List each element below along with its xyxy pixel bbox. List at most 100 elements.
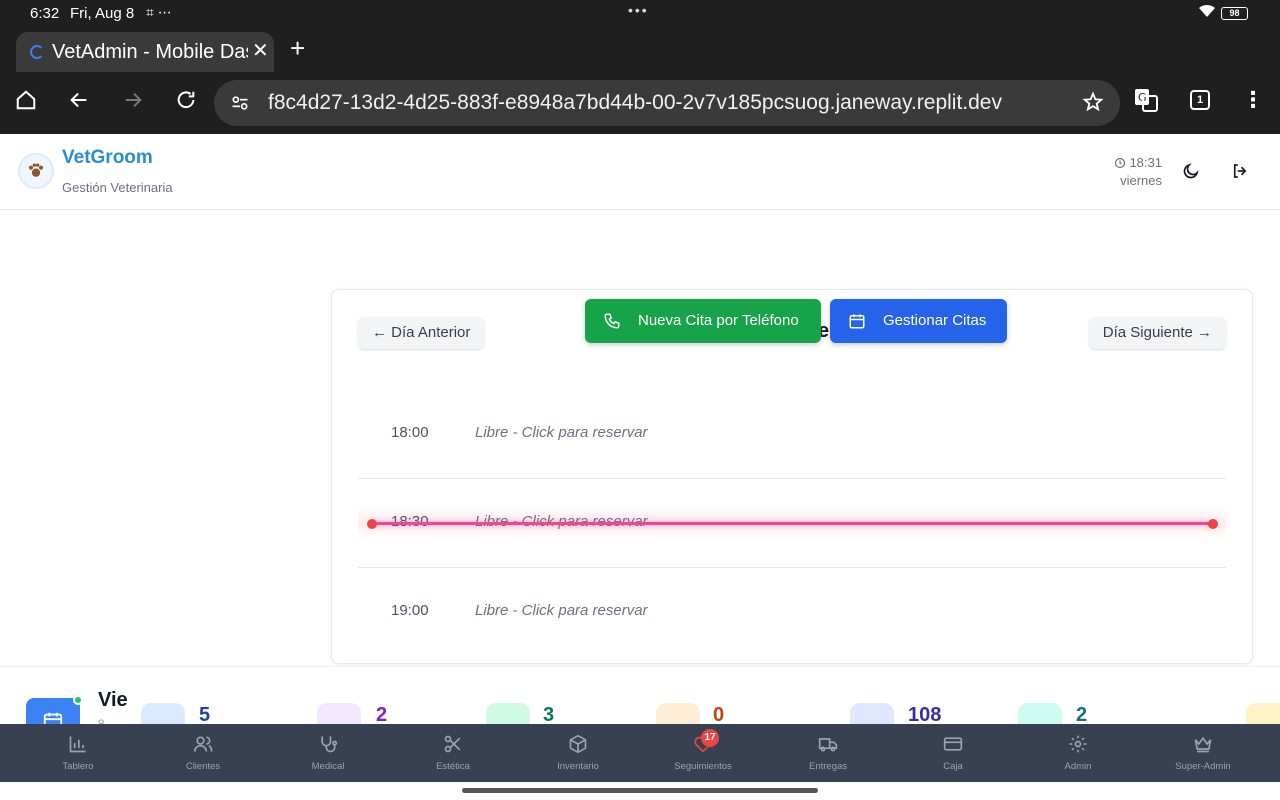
stat-value[interactable]: 0 (713, 704, 724, 724)
brand-subtitle: Gestión Veterinaria (62, 180, 173, 195)
crown-icon (1194, 736, 1212, 753)
bookmark-star-icon[interactable] (1082, 91, 1104, 118)
clock-time: 18:31 (1129, 155, 1162, 170)
address-bar[interactable]: f8c4d27-13d2-4d25-883f-e8948a7bd44b-00-2… (214, 80, 1120, 126)
nav-label: Super-Admin (1175, 761, 1231, 772)
scissors-icon (444, 735, 461, 753)
notification-icons: ⌗ ⋯ (146, 4, 172, 20)
system-status-bar: 6:32 Fri, Aug 8 ⌗ ⋯ ••• 98 (0, 0, 1280, 28)
deliveries-stat-icon (1246, 703, 1280, 724)
nav-label: Seguimientos (674, 761, 732, 772)
nav-label: Caja (943, 761, 963, 772)
forward-icon[interactable] (117, 84, 149, 116)
stat-value[interactable]: 2 (376, 704, 387, 724)
nav-item-entregas[interactable]: Entregas (768, 724, 888, 782)
calendar-icon (849, 314, 865, 329)
tab-switcher-icon[interactable]: 1 (1184, 84, 1216, 116)
paw-logo-icon (18, 153, 54, 189)
medical-stat-icon (486, 703, 530, 724)
online-indicator (73, 695, 83, 705)
credit-card-icon (943, 737, 963, 751)
gear-icon (1069, 735, 1087, 753)
nav-item-medical[interactable]: Medical (268, 724, 388, 782)
site-settings-icon[interactable] (230, 93, 250, 118)
nav-label: Medical (311, 761, 345, 772)
nav-item-estetica[interactable]: Estética (393, 724, 513, 782)
slot-time: 18:00 (391, 424, 429, 441)
browser-tab[interactable]: VetAdmin - Mobile Dashboard ✕ (16, 32, 274, 72)
users-icon (193, 736, 213, 752)
phone-icon (604, 313, 620, 329)
wifi-icon (1198, 4, 1216, 21)
new-phone-appointment-label: Nueva Cita por Teléfono (638, 312, 799, 329)
reload-icon[interactable] (170, 84, 202, 116)
nav-item-super-admin[interactable]: Super-Admin (1143, 724, 1263, 782)
nav-item-caja[interactable]: Caja (893, 724, 1013, 782)
time-slot[interactable]: 18:00 Libre - Click para reservar (358, 389, 1226, 478)
slot-status: Libre - Click para reservar (475, 424, 648, 441)
today-sub: 8 (98, 717, 105, 724)
new-tab-icon[interactable]: + (290, 33, 305, 64)
manage-appointments-label: Gestionar Citas (883, 312, 987, 329)
cash-stat-icon (1018, 703, 1062, 724)
package-icon (569, 734, 587, 754)
current-time-dot-start (367, 519, 377, 529)
slot-status: Libre - Click para reservar (475, 602, 648, 619)
close-tab-icon[interactable]: ✕ (252, 38, 269, 63)
url-text: f8c4d27-13d2-4d25-883f-e8948a7bd44b-00-2… (268, 91, 1002, 114)
bottom-navigation: Tablero Clientes Medical Estética Invent… (0, 724, 1280, 782)
stats-strip: Vie 8 5 2 3 0 108 2 (0, 666, 1280, 724)
appointments-stat-icon (141, 703, 185, 724)
browser-toolbar: f8c4d27-13d2-4d25-883f-e8948a7bd44b-00-2… (0, 72, 1280, 134)
home-gesture-bar[interactable] (462, 788, 818, 793)
stethoscope-icon (321, 736, 338, 753)
nav-item-inventario[interactable]: Inventario (518, 724, 638, 782)
nav-item-clientes[interactable]: Clientes (143, 724, 263, 782)
clients-stat-icon (850, 703, 894, 724)
stat-value[interactable]: 2 (1076, 704, 1087, 724)
manage-appointments-button[interactable]: Gestionar Citas (830, 299, 1007, 343)
tab-title: VetAdmin - Mobile Dashboard (52, 41, 248, 63)
inventory-stat-icon (656, 703, 700, 724)
browser-tab-strip: VetAdmin - Mobile Dashboard ✕ + (0, 28, 1280, 72)
nav-label: Inventario (557, 761, 599, 772)
status-time: 6:32 (30, 5, 60, 22)
home-icon[interactable] (10, 84, 42, 116)
moon-icon (1183, 163, 1199, 179)
battery-icon: 98 (1221, 7, 1248, 20)
more-menu-icon[interactable]: ⋮ (1237, 84, 1269, 116)
current-time-dot-end (1208, 519, 1218, 529)
bar-chart-icon (69, 736, 86, 753)
notification-badge: 17 (701, 729, 719, 747)
next-day-button[interactable]: Día Siguiente → (1088, 317, 1226, 349)
grooming-stat-icon (317, 703, 361, 724)
multitask-dots-icon[interactable]: ••• (628, 2, 649, 18)
nav-item-tablero[interactable]: Tablero (18, 724, 138, 782)
nav-label: Clientes (185, 761, 221, 772)
brand-name[interactable]: VetGroom (62, 147, 153, 169)
day-schedule-card: ← Día Anterior e Día Siguiente → 18:00 L… (331, 289, 1253, 664)
time-slot[interactable]: 19:00 Libre - Click para reservar (358, 567, 1226, 656)
previous-day-button[interactable]: ← Día Anterior (358, 317, 485, 349)
nav-item-admin[interactable]: Admin (1018, 724, 1138, 782)
clock-day: viernes (1120, 173, 1162, 188)
new-phone-appointment-button[interactable]: Nueva Cita por Teléfono (585, 299, 821, 343)
stat-value[interactable]: 3 (543, 704, 554, 724)
stat-value[interactable]: 108 (908, 704, 941, 724)
loading-spinner-icon (30, 45, 44, 59)
current-time-line (372, 522, 1214, 525)
translate-icon[interactable]: G (1130, 84, 1162, 116)
stat-value[interactable]: 5 (199, 704, 210, 724)
tab-count: 1 (1190, 90, 1210, 110)
nav-label: Estética (436, 761, 470, 772)
nav-label: Entregas (808, 761, 848, 772)
clock-icon (1115, 157, 1126, 169)
dark-mode-toggle[interactable] (1178, 158, 1204, 184)
nav-label: Admin (1064, 761, 1092, 772)
header-clock: 18:31 viernes (1100, 154, 1162, 190)
app-header: VetGroom Gestión Veterinaria 18:31 viern… (0, 134, 1280, 210)
logout-button[interactable] (1227, 158, 1253, 184)
truck-icon (818, 738, 838, 752)
nav-label: Tablero (62, 761, 94, 772)
back-icon[interactable] (63, 84, 95, 116)
